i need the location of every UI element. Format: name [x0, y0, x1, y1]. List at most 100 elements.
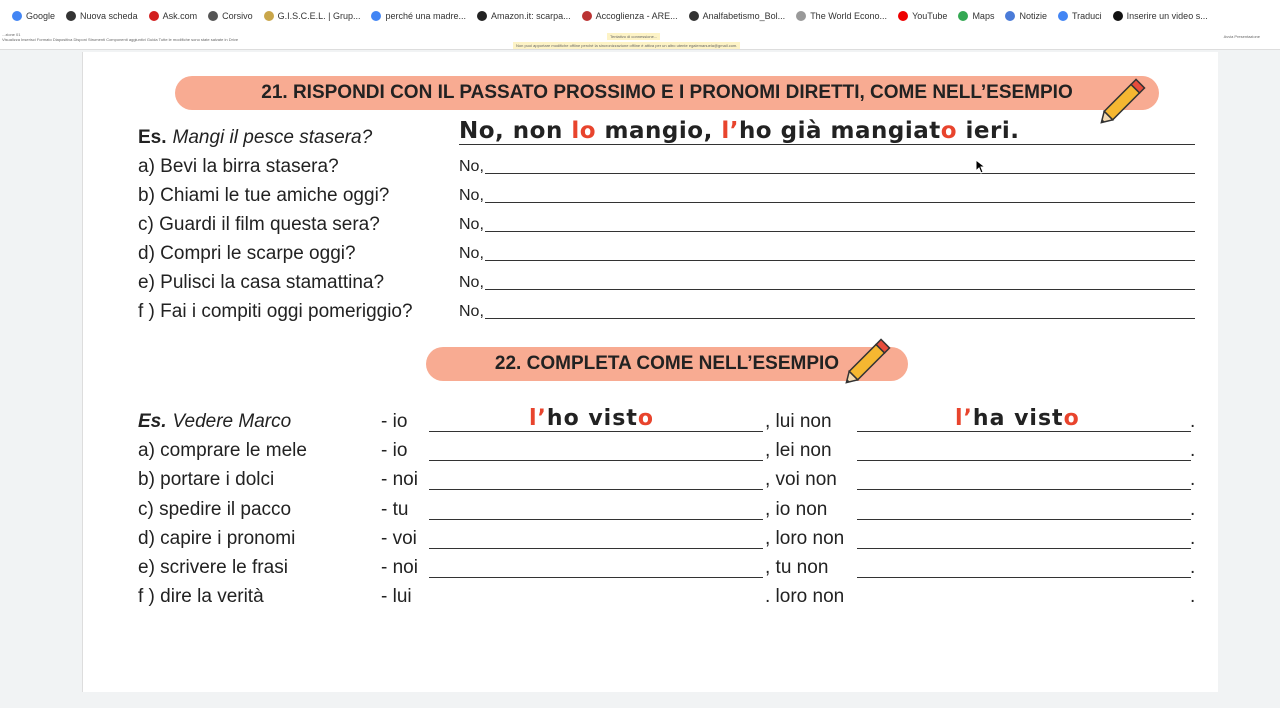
bookmark-label: perché una madre...	[385, 11, 467, 21]
bookmark-10[interactable]: YouTube	[898, 11, 947, 21]
blank-2-2[interactable]	[857, 489, 1191, 491]
answer-prefix: No,	[459, 216, 484, 233]
negation-3: , io non	[765, 498, 828, 520]
negation-1: , lei non	[765, 440, 832, 462]
bookmark-3[interactable]: Corsivo	[208, 11, 253, 21]
pronoun-4: - voi	[381, 527, 417, 549]
answer-part: ha vist	[972, 406, 1064, 431]
exercise-21-title: 21. RISPONDI CON IL PASSATO PROSSIMO E I…	[175, 76, 1159, 110]
pronoun-5: - noi	[381, 557, 418, 578]
example-ans2: l’ha visto	[955, 406, 1080, 431]
negation-0: , lui non	[765, 411, 832, 432]
corsivo-icon	[208, 11, 219, 21]
giscel-icon	[263, 11, 274, 21]
are-icon	[581, 11, 592, 21]
answer-line-2[interactable]	[485, 231, 1195, 232]
bookmark-6[interactable]: Amazon.it: scarpa...	[477, 11, 571, 21]
example-answer: No, non lo mangio, l’ho già mangiato ier…	[459, 118, 1020, 144]
verb-4: d) capire i pronomi	[138, 527, 296, 549]
blank-2-4[interactable]	[857, 547, 1191, 549]
answer-part: No, non	[459, 118, 572, 144]
period-2: .	[1190, 469, 1196, 491]
bookmark-2[interactable]: Ask.com	[148, 11, 197, 21]
bookmark-7[interactable]: Accoglienza - ARE...	[581, 11, 678, 21]
period-4: .	[1190, 527, 1196, 549]
bookmark-label: YouTube	[912, 11, 948, 21]
answer-part: o	[637, 406, 654, 431]
blank-1-0[interactable]	[429, 431, 763, 432]
blank-1-4[interactable]	[429, 547, 763, 549]
verb-5: e) scrivere le frasi	[138, 557, 288, 578]
answer-part: o	[940, 118, 958, 144]
blank-1-3[interactable]	[429, 518, 763, 520]
example-question: Es. Mangi il pesce stasera?	[138, 127, 372, 149]
bookmark-label: Amazon.it: scarpa...	[491, 11, 571, 21]
bookmark-13[interactable]: Traduci	[1057, 11, 1102, 21]
bookmark-5[interactable]: perché una madre...	[371, 11, 466, 21]
answer-prefix: No,	[459, 187, 484, 204]
blank-1-1[interactable]	[429, 460, 763, 462]
mouse-cursor-icon	[975, 158, 987, 179]
menu-bar[interactable]: Visualizza Inserisci Formato Diapositiva…	[2, 37, 238, 42]
question-2: c) Guardi il film questa sera?	[138, 214, 380, 235]
globe-icon	[688, 11, 699, 21]
period-6: .	[1190, 586, 1196, 608]
bookmark-label: Maps	[972, 11, 995, 21]
maps-icon	[958, 11, 969, 21]
bookmark-11[interactable]: Maps	[958, 11, 994, 21]
answer-part: lo	[571, 118, 597, 144]
verb-1: a) comprare le mele	[138, 440, 307, 462]
verb-3: c) spedire il pacco	[138, 498, 292, 520]
bookmark-12[interactable]: Notizie	[1005, 11, 1047, 21]
pronoun-0: - io	[381, 411, 408, 432]
bookmark-1[interactable]: Nuova scheda	[66, 11, 138, 21]
verb-6: f ) dire la verità	[138, 586, 264, 608]
question-3: d) Compri le scarpe oggi?	[138, 243, 356, 264]
translate-icon	[1057, 11, 1068, 21]
answer-prefix: No,	[459, 245, 484, 262]
period-0: .	[1190, 411, 1196, 432]
wef-icon	[796, 11, 807, 21]
present-button[interactable]: Avvia Presentazione	[1224, 34, 1260, 39]
blank-1-5[interactable]	[429, 577, 763, 578]
ask-icon	[148, 11, 159, 21]
bookmark-4[interactable]: G.I.S.C.E.L. | Grup...	[263, 11, 360, 21]
bookmarks-bar: Google Nuova scheda Ask.com Corsivo G.I.S.C.…	[0, 0, 1280, 32]
blank-1-2[interactable]	[429, 489, 763, 491]
blank-2-0[interactable]	[857, 431, 1191, 432]
news-icon	[1005, 11, 1016, 21]
example-ans1: l’ho visto	[529, 406, 654, 431]
pencil-icon	[839, 330, 899, 390]
period-3: .	[1190, 498, 1196, 520]
pronoun-6: - lui	[381, 586, 412, 608]
bookmark-label: Inserire un video s...	[1126, 11, 1208, 21]
answer-line-1[interactable]	[485, 202, 1195, 203]
blank-2-5[interactable]	[857, 577, 1191, 578]
question-0: a) Bevi la birra stasera?	[138, 156, 339, 177]
bookmark-label: Nuova scheda	[80, 11, 138, 21]
example-prefix: Es.	[138, 127, 167, 148]
bookmark-9[interactable]: The World Econo...	[796, 11, 887, 21]
answer-line-0[interactable]	[485, 173, 1195, 174]
answer-line-5[interactable]	[485, 318, 1195, 319]
period-5: .	[1190, 557, 1196, 578]
blank-2-1[interactable]	[857, 460, 1191, 462]
bookmark-label: Google	[26, 11, 56, 21]
answer-line-4[interactable]	[485, 289, 1195, 290]
bookmark-0[interactable]: Google	[12, 11, 55, 21]
answer-line-3[interactable]	[485, 260, 1195, 261]
blank-2-3[interactable]	[857, 518, 1191, 520]
question-4: e) Pulisci la casa stamattina?	[138, 272, 385, 293]
bookmark-label: Traduci	[1071, 11, 1102, 21]
bookmark-8[interactable]: Analfabetismo_Bol...	[688, 11, 786, 21]
slide-canvas[interactable]: 21. RISPONDI CON IL PASSATO PROSSIMO E I…	[82, 52, 1218, 692]
globe-icon	[66, 11, 77, 21]
youtube-icon	[898, 11, 909, 21]
bookmark-label: Analfabetismo_Bol...	[702, 11, 786, 21]
example-verb: Vedere Marco	[172, 411, 292, 432]
answer-prefix: No,	[459, 274, 484, 291]
period-1: .	[1190, 440, 1196, 462]
pronoun-1: - io	[381, 440, 408, 462]
negation-5: , tu non	[765, 557, 829, 578]
bookmark-14[interactable]: Inserire un video s...	[1112, 11, 1208, 21]
